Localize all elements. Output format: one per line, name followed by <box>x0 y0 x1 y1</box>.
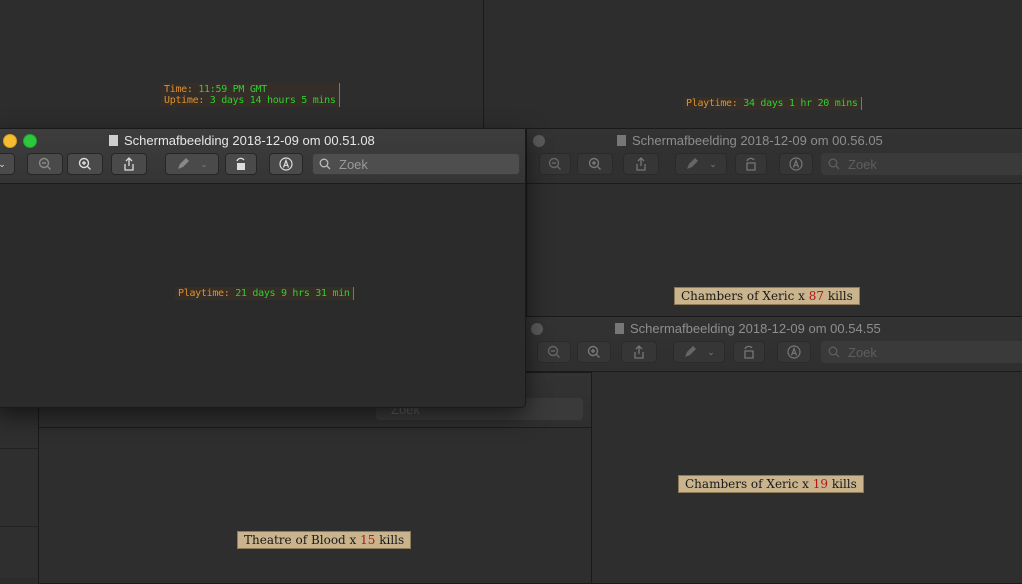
preview-window-front[interactable]: Schermafbeelding 2018-12-09 om 00.51.08 … <box>0 128 526 408</box>
window-title: Schermafbeelding 2018-12-09 om 00.56.05 <box>617 133 883 148</box>
window-titlebar[interactable]: Schermafbeelding 2018-12-09 om 00.54.55 … <box>525 317 1022 372</box>
preview-window-right-top[interactable]: Schermafbeelding 2018-12-09 om 00.56.05 … <box>526 128 1022 320</box>
search-placeholder: Zoek <box>848 156 877 172</box>
time-label: Time: <box>164 84 199 95</box>
window-title: Schermafbeelding 2018-12-09 om 00.51.08 <box>109 133 375 148</box>
preview-window-right-bottom[interactable]: Schermafbeelding 2018-12-09 om 00.54.55 … <box>524 316 1022 584</box>
playtime-overlay-top-right: Playtime: 34 days 1 hr 20 mins <box>683 97 862 110</box>
uptime-label: Uptime: <box>164 95 210 106</box>
window-titlebar[interactable]: Schermafbeelding 2018-12-09 om 00.56.05 … <box>527 129 1022 184</box>
kill-count-banner: Chambers of Xeric x 19 kills <box>678 475 864 493</box>
background-window-left-edge <box>0 404 41 578</box>
search-placeholder: Zoek <box>848 344 877 360</box>
search-input[interactable]: Zoek <box>312 153 520 175</box>
share-button[interactable] <box>111 153 147 175</box>
annotate-button[interactable] <box>779 153 813 175</box>
sidebar-dropdown-button[interactable]: ⌄ <box>0 153 15 175</box>
document-icon <box>615 323 624 334</box>
annotate-button[interactable] <box>269 153 303 175</box>
kill-count-banner: Chambers of Xeric x 87 kills <box>674 287 860 305</box>
rotate-button[interactable] <box>735 153 767 175</box>
zoom-in-button[interactable] <box>67 153 103 175</box>
zoom-out-button[interactable] <box>539 153 571 175</box>
zoom-in-button[interactable] <box>577 153 613 175</box>
minimize-button[interactable] <box>3 134 17 148</box>
window-title: Schermafbeelding 2018-12-09 om 00.54.55 <box>615 321 881 336</box>
playtime-label: Playtime: <box>178 288 236 299</box>
rotate-button[interactable] <box>225 153 257 175</box>
background-window-top-right: Playtime: 34 days 1 hr 20 mins <box>483 0 1022 134</box>
zoom-out-button[interactable] <box>27 153 63 175</box>
search-placeholder: Zoek <box>339 156 368 172</box>
window-titlebar[interactable]: Schermafbeelding 2018-12-09 om 00.51.08 … <box>0 129 525 184</box>
search-input[interactable]: Zoek <box>821 153 1022 175</box>
rotate-button[interactable] <box>733 341 765 363</box>
playtime-overlay-front: Playtime: 21 days 9 hrs 31 min <box>175 287 354 300</box>
background-window-top-left: Time: 11:59 PM GMT Uptime: 3 days 14 hou… <box>0 0 486 134</box>
document-icon <box>617 135 626 146</box>
markup-pen-button[interactable]: ⌄ <box>673 341 725 363</box>
uptime-value: 3 days 14 hours 5 mins <box>209 95 336 106</box>
zoom-button[interactable] <box>23 134 37 148</box>
markup-pen-button[interactable]: ⌄ <box>675 153 727 175</box>
zoom-out-button[interactable] <box>537 341 571 363</box>
search-icon <box>828 346 840 358</box>
markup-pen-button[interactable]: ⌄ <box>165 153 219 175</box>
document-icon <box>109 135 118 146</box>
kill-count-banner: Theatre of Blood x 15 kills <box>237 531 412 549</box>
playtime-value: 34 days 1 hr 20 mins <box>743 98 858 109</box>
annotate-button[interactable] <box>777 341 811 363</box>
search-icon <box>319 158 331 170</box>
search-icon <box>828 158 840 170</box>
zoom-in-button[interactable] <box>577 341 611 363</box>
close-button[interactable] <box>531 323 543 335</box>
time-value: 11:59 PM GMT <box>198 84 267 95</box>
search-input[interactable]: Zoek <box>821 341 1022 363</box>
close-button[interactable] <box>533 135 545 147</box>
share-button[interactable] <box>623 153 659 175</box>
time-uptime-overlay: Time: 11:59 PM GMT Uptime: 3 days 14 hou… <box>161 83 340 107</box>
playtime-value: 21 days 9 hrs 31 min <box>235 288 350 299</box>
share-button[interactable] <box>621 341 657 363</box>
playtime-label: Playtime: <box>686 98 744 109</box>
